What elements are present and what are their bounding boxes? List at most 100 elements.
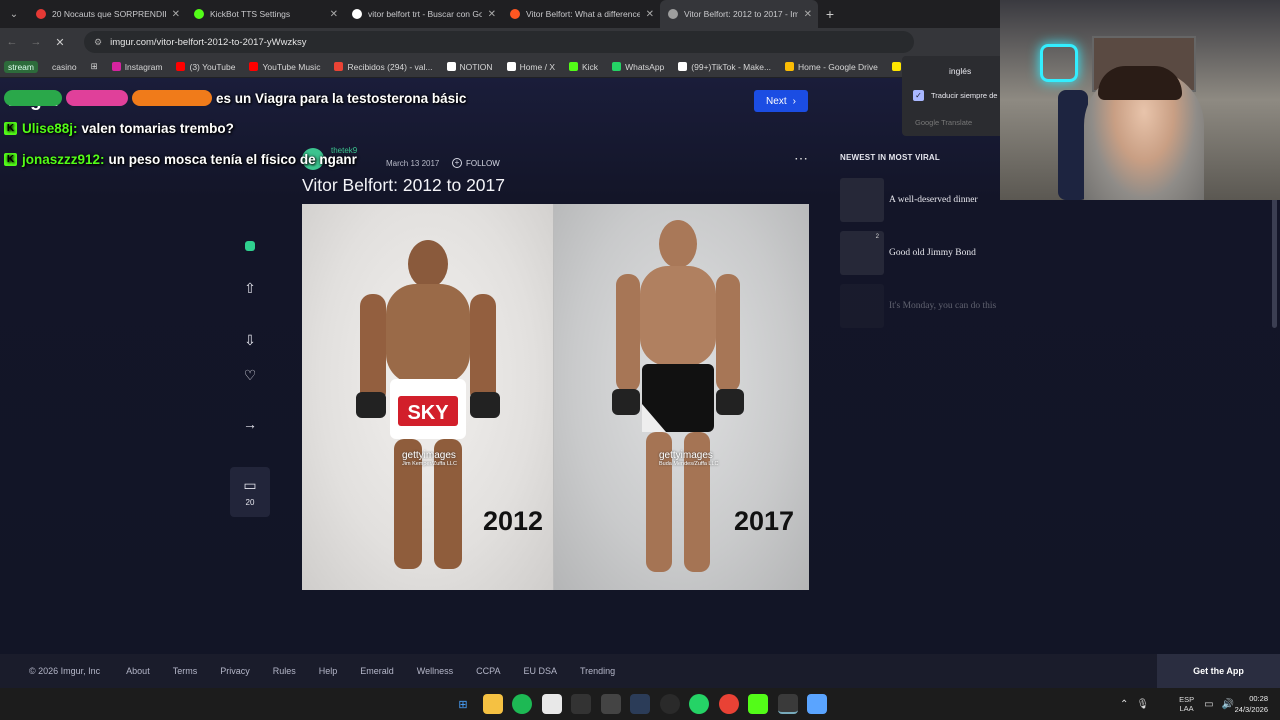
input-language[interactable]: ESP LAA bbox=[1179, 695, 1194, 713]
bookmark-item[interactable]: Home - Google Drive bbox=[785, 62, 878, 72]
stop-loading-icon[interactable]: ✕ bbox=[48, 36, 72, 49]
comments-button[interactable]: ▭ 20 bbox=[230, 467, 270, 517]
year-label-2017: 2017 bbox=[734, 506, 795, 536]
chat-badge bbox=[66, 90, 128, 106]
footer-link[interactable]: Privacy bbox=[220, 666, 250, 676]
image-panel-2012: SKY gettyimages Jim Kemper/Zuffa LLC 201… bbox=[302, 204, 553, 590]
system-clock[interactable]: 00:28 24/3/2026 bbox=[1235, 693, 1268, 715]
viral-thumbnail bbox=[840, 178, 884, 222]
checkbox-checked-icon[interactable]: ✓ bbox=[913, 90, 924, 101]
post-image[interactable]: SKY gettyimages Jim Kemper/Zuffa LLC 201… bbox=[302, 204, 809, 590]
viral-title: A well-deserved dinner bbox=[889, 195, 978, 205]
image-count-badge: 2 bbox=[875, 234, 879, 240]
more-options-icon[interactable]: ⋯ bbox=[794, 150, 808, 167]
network-icon[interactable]: ▭ bbox=[1204, 699, 1213, 710]
tab-close-icon[interactable]: ✕ bbox=[488, 9, 496, 20]
bookmark-label: Kick bbox=[582, 61, 599, 72]
chevron-right-icon: › bbox=[792, 95, 796, 107]
photo-credit-right: Buda Mendes/Zuffa LLC bbox=[659, 461, 719, 467]
upvote-arrow-icon[interactable]: ⇧ bbox=[230, 268, 270, 308]
bookmark-favicon-icon bbox=[111, 62, 121, 71]
google-translate-brand: Google Translate bbox=[915, 118, 973, 127]
notepad-icon[interactable] bbox=[807, 694, 827, 714]
volume-icon[interactable]: 🔊 bbox=[1222, 699, 1234, 710]
webcam-overlay bbox=[1000, 0, 1280, 200]
footer-link[interactable]: Rules bbox=[273, 666, 296, 676]
spotify-icon[interactable] bbox=[512, 694, 532, 714]
share-arrow-icon[interactable]: → bbox=[230, 404, 270, 444]
capcut-icon[interactable] bbox=[600, 694, 621, 714]
footer-link[interactable]: Emerald bbox=[360, 666, 394, 676]
footer-link[interactable]: Trending bbox=[580, 666, 615, 676]
bookmark-label: casino bbox=[51, 61, 77, 72]
footer-link[interactable]: CCPA bbox=[476, 666, 500, 676]
tab-search-chevron-icon[interactable]: ⌄ bbox=[0, 9, 28, 20]
tab-close-icon[interactable]: ✕ bbox=[172, 9, 180, 20]
openai-icon[interactable] bbox=[659, 694, 680, 714]
url-text: imgur.com/vitor-belfort-2012-to-2017-yWw… bbox=[110, 36, 307, 48]
bookmark-item[interactable]: Home / X bbox=[506, 61, 555, 72]
file-explorer-icon[interactable] bbox=[482, 694, 503, 714]
footer-link[interactable]: Help bbox=[319, 666, 338, 676]
heart-icon[interactable]: ♡ bbox=[230, 355, 270, 395]
windows-taskbar: ⊞ ⌃ 🎙 ESP LAA ▭ 🔊 00:28 24/3/2026 bbox=[0, 688, 1280, 720]
bookmark-item[interactable]: casino bbox=[52, 62, 77, 72]
back-arrow-icon[interactable]: ← bbox=[0, 36, 24, 48]
steam-icon[interactable] bbox=[630, 694, 650, 714]
bookmark-label: Home / X bbox=[519, 61, 555, 72]
bookmark-item[interactable]: Recibidos (294) - val... bbox=[334, 62, 433, 72]
bookmark-item[interactable]: Kick bbox=[569, 62, 598, 72]
plus-icon: + bbox=[452, 158, 462, 168]
browser-tab[interactable]: Vitor Belfort: What a difference ✕ bbox=[502, 0, 660, 28]
viral-list-item[interactable]: It's Monday, you can do this bbox=[840, 284, 1040, 328]
downvote-arrow-icon[interactable]: ⇩ bbox=[230, 320, 270, 360]
newest-in-most-viral-heading: NEWEST IN MOST VIRAL bbox=[840, 153, 940, 162]
copyright-text: © 2026 Imgur, Inc bbox=[29, 666, 101, 676]
bookmark-item[interactable]: (99+)TikTok - Make... bbox=[678, 62, 771, 72]
footer-link[interactable]: Wellness bbox=[417, 666, 453, 676]
bookmark-item[interactable]: stream bbox=[4, 60, 38, 73]
browser-tab[interactable]: Vitor Belfort: 2012 to 2017 - Imgur ✕ bbox=[660, 0, 818, 28]
bookmark-favicon-icon bbox=[334, 62, 344, 71]
footer-link[interactable]: About bbox=[126, 666, 150, 676]
tab-close-icon[interactable]: ✕ bbox=[330, 9, 338, 20]
address-bar[interactable]: ⚙ imgur.com/vitor-belfort-2012-to-2017-y… bbox=[84, 31, 914, 53]
viral-title: Good old Jimmy Bond bbox=[889, 248, 976, 258]
always-translate-label: Traducir siempre de bbox=[931, 91, 998, 100]
bookmark-item[interactable]: NOTION bbox=[446, 62, 493, 72]
tab-close-icon[interactable]: ✕ bbox=[804, 9, 812, 20]
chevron-up-icon[interactable]: ⌃ bbox=[1120, 699, 1128, 710]
tab-close-icon[interactable]: ✕ bbox=[646, 9, 654, 20]
store-icon[interactable] bbox=[541, 694, 562, 714]
chrome-active-icon[interactable] bbox=[777, 694, 798, 714]
bookmark-item[interactable]: (3) YouTube bbox=[176, 62, 235, 72]
next-post-button[interactable]: Next › bbox=[754, 90, 808, 112]
chrome-icon[interactable] bbox=[718, 694, 739, 714]
forward-arrow-icon[interactable]: → bbox=[24, 36, 48, 48]
translate-language[interactable]: inglés bbox=[949, 66, 971, 76]
browser-tab[interactable]: KickBot TTS Settings ✕ bbox=[186, 0, 344, 28]
bookmark-item[interactable]: YouTube Music bbox=[249, 62, 320, 72]
bookmark-favicon-icon bbox=[785, 62, 795, 71]
calculator-icon[interactable] bbox=[571, 694, 591, 714]
follow-button[interactable]: + FOLLOW bbox=[452, 158, 500, 168]
get-the-app-button[interactable]: Get the App bbox=[1157, 654, 1280, 688]
footer-link[interactable]: Terms bbox=[173, 666, 198, 676]
getty-watermark-right: gettyimages Buda Mendes/Zuffa LLC bbox=[659, 450, 719, 467]
whatsapp-icon[interactable] bbox=[689, 694, 709, 714]
apps-grid-icon[interactable]: ⊞ bbox=[91, 61, 98, 72]
footer-link[interactable]: EU DSA bbox=[523, 666, 557, 676]
browser-tab[interactable]: vitor belfort trt - Buscar con Google ✕ bbox=[344, 0, 502, 28]
next-label: Next bbox=[766, 95, 787, 107]
bookmark-item[interactable]: Instagram bbox=[111, 62, 162, 72]
bookmark-favicon-icon bbox=[569, 62, 578, 71]
svg-text:SKY: SKY bbox=[407, 402, 449, 424]
kick-app-icon[interactable] bbox=[748, 694, 768, 714]
new-tab-button[interactable]: + bbox=[818, 6, 842, 22]
site-info-icon[interactable]: ⚙ bbox=[94, 37, 102, 48]
viral-list-item[interactable]: 2 Good old Jimmy Bond bbox=[840, 231, 1040, 275]
microphone-icon[interactable]: 🎙 bbox=[1136, 699, 1149, 710]
browser-tab[interactable]: 20 Nocauts que SORPRENDIERON ✕ bbox=[28, 0, 186, 28]
windows-start-icon[interactable]: ⊞ bbox=[453, 694, 473, 714]
bookmark-item[interactable]: WhatsApp bbox=[612, 62, 664, 72]
